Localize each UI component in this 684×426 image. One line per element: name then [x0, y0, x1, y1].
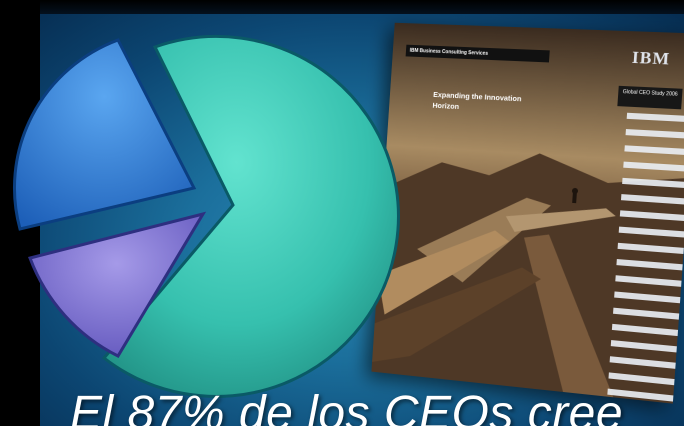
slide: IBM Business Consulting Services Expandi… — [0, 0, 684, 426]
pie-slice-teal — [101, 34, 400, 398]
slide-caption: El 87% de los CEOs cree — [70, 387, 624, 426]
pie-graphic — [12, 34, 400, 398]
